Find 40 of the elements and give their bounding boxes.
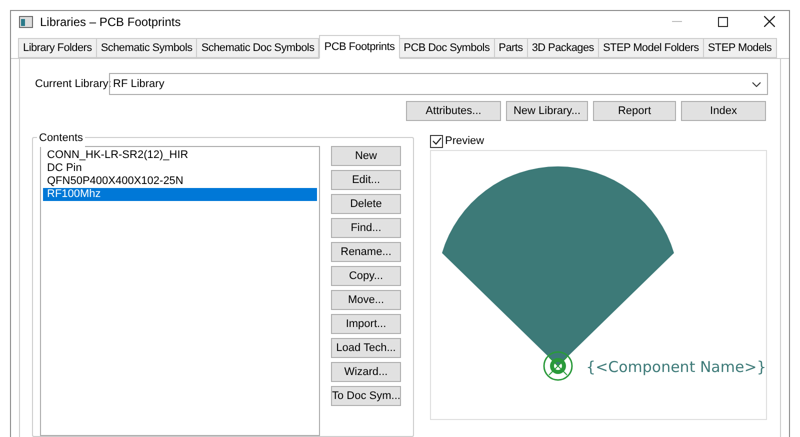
preview-checkbox[interactable]	[430, 134, 443, 148]
tab[interactable]: PCB Footprints	[319, 35, 400, 59]
origin-marker-icon	[543, 351, 573, 381]
tab[interactable]: STEP Models	[702, 38, 777, 58]
field-label: Current Library:	[34, 76, 109, 92]
list-item[interactable]: CONN_HK-LR-SR2(12)_HIR	[43, 149, 317, 162]
dialog-button[interactable]: Attributes...	[406, 101, 501, 121]
dialog-button[interactable]: Rename...	[331, 242, 401, 262]
dialog-button[interactable]: Copy...	[331, 266, 401, 286]
designator-text: {<Component Name>}	[586, 358, 766, 376]
tab[interactable]: 3D Packages	[526, 38, 599, 58]
checkbox-label: Preview	[445, 134, 484, 149]
tab[interactable]: Library Folders	[18, 38, 97, 58]
dialog-button[interactable]: Load Tech...	[331, 338, 401, 358]
dialog-button[interactable]: Edit...	[331, 170, 401, 190]
dialog-button[interactable]: Index	[681, 101, 766, 121]
dialog-button[interactable]: Import...	[331, 314, 401, 334]
tab[interactable]: Parts	[494, 38, 528, 58]
list-item[interactable]: RF100Mhz	[43, 188, 317, 201]
dialog-button[interactable]: To Doc Sym...	[331, 386, 401, 406]
tab[interactable]: Schematic Symbols	[96, 38, 198, 58]
tab[interactable]: PCB Doc Symbols	[398, 38, 495, 58]
library-dropdown[interactable]: RF Library	[109, 73, 768, 95]
maximize-icon[interactable]	[718, 16, 728, 27]
dialog-button[interactable]: Find...	[331, 218, 401, 238]
dialog-button[interactable]: New Library...	[506, 101, 588, 121]
window-title: Libraries – PCB Footprints	[40, 14, 181, 31]
dialog-button[interactable]: Report	[593, 101, 676, 121]
dialog-button[interactable]: Delete	[331, 194, 401, 214]
dialog-button[interactable]: Move...	[331, 290, 401, 310]
window-icon	[19, 16, 33, 28]
list-item[interactable]: DC Pin	[43, 162, 317, 175]
tab[interactable]: Schematic Doc Symbols	[196, 38, 320, 58]
tab[interactable]: STEP Model Folders	[598, 38, 704, 58]
group-title: Contents	[37, 130, 86, 146]
list-item[interactable]: QFN50P400X400X102-25N	[43, 175, 317, 188]
dialog-button[interactable]: New	[331, 146, 401, 166]
close-icon[interactable]	[764, 16, 775, 28]
chevron-down-icon	[752, 82, 761, 86]
dialog-button[interactable]: Wizard...	[331, 362, 401, 382]
